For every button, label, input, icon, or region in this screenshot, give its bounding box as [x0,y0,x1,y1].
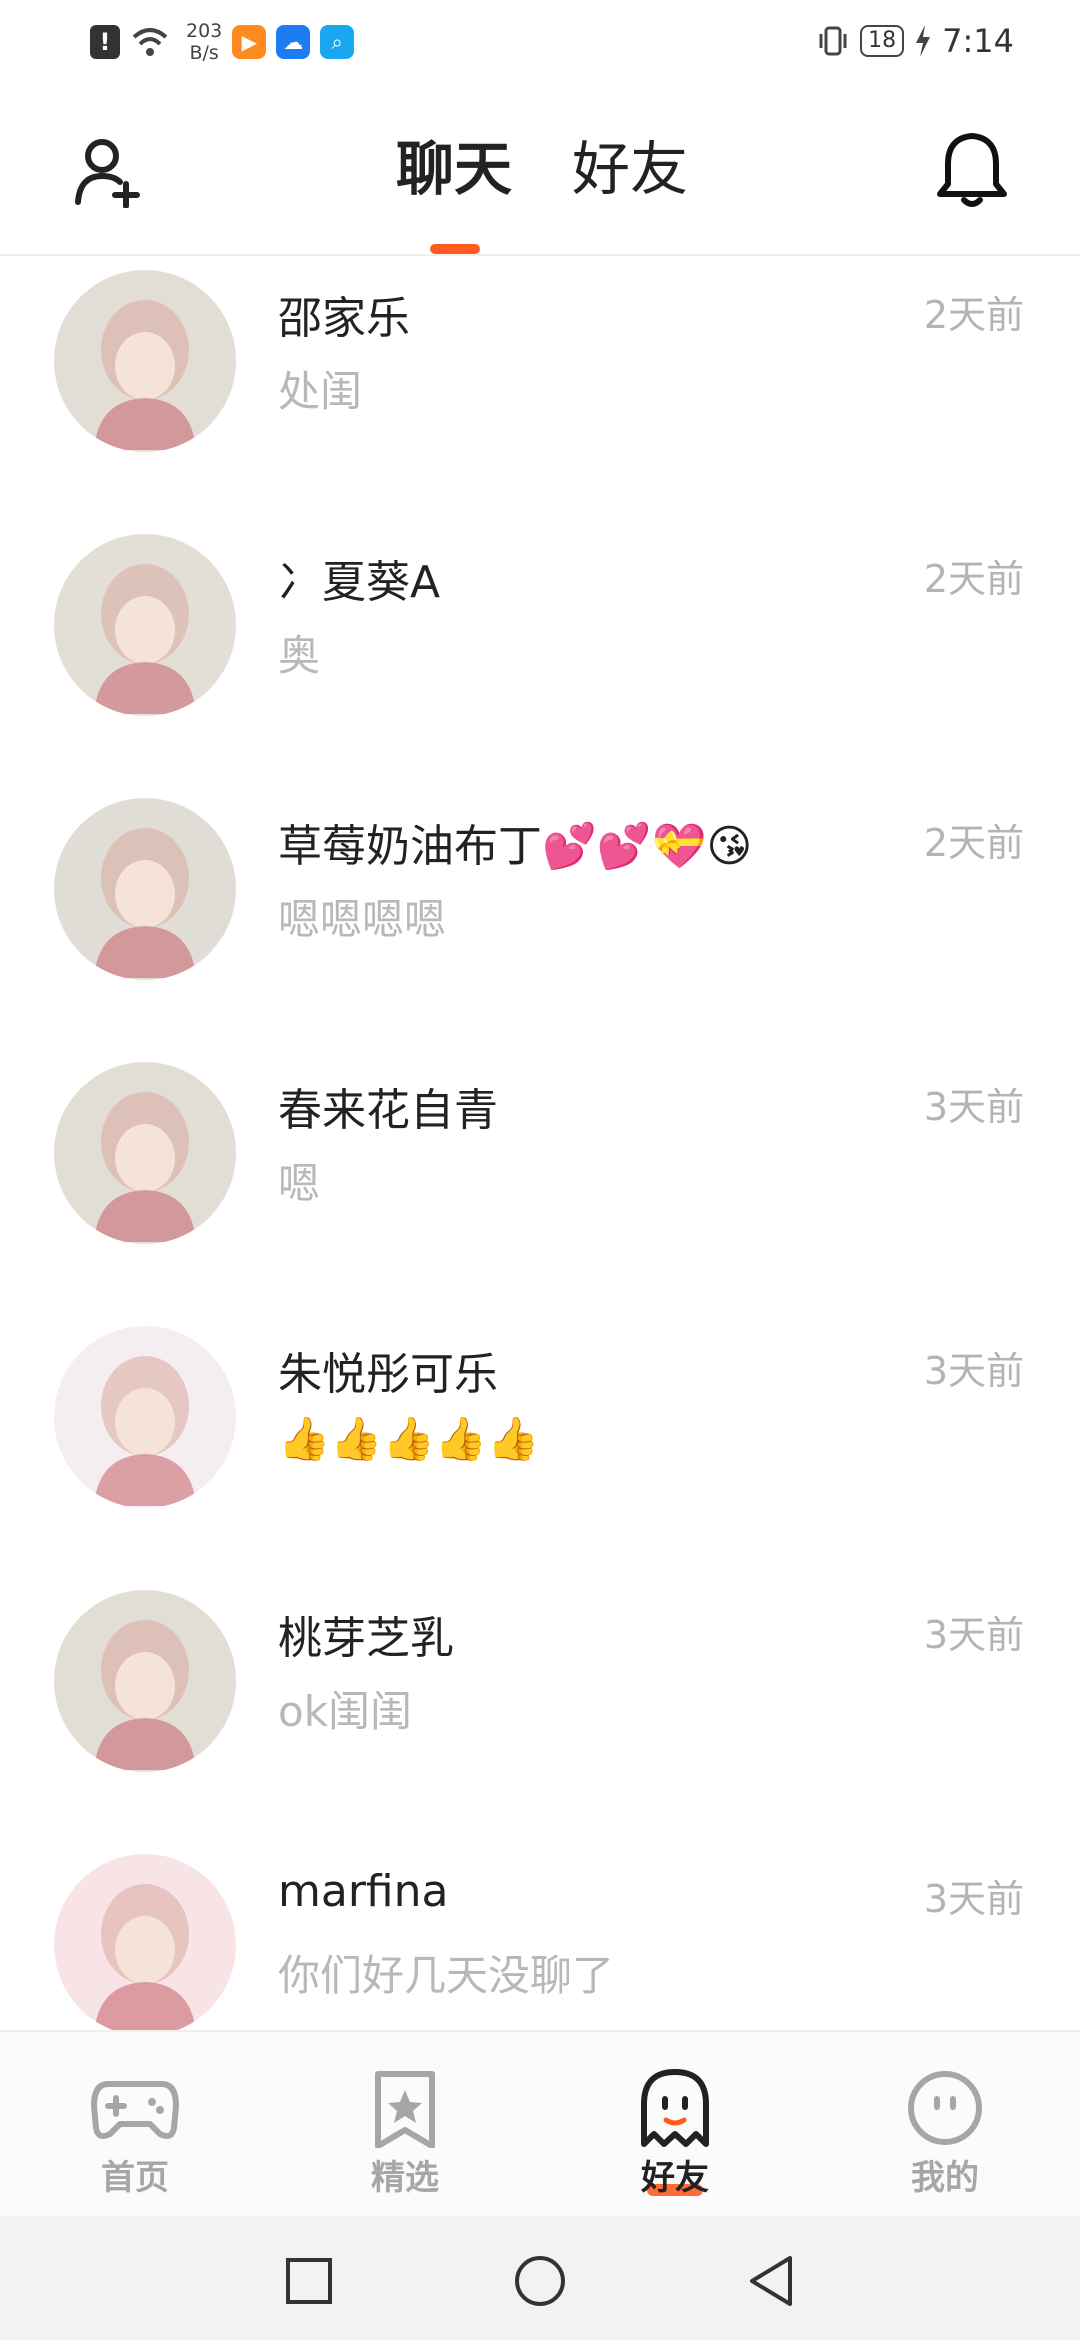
chat-last-message: 奥 [278,631,321,680]
chat-name: marfina [278,1866,449,1917]
chat-last-message: 嗯 [278,1159,321,1208]
nav-home[interactable]: 首页 [0,2032,270,2218]
notification-bell-icon[interactable] [934,130,1010,210]
avatar[interactable] [54,1326,236,1508]
chat-row[interactable]: 邵家乐处闺 2天前 [0,256,1080,508]
status-left: ! 203 B/s ▶ ☁ ⌕ [90,20,355,64]
smiley-icon [908,2071,982,2145]
net-speed-unit: B/s [189,42,219,64]
alert-icon: ! [90,25,120,59]
chat-name: 冫夏葵A [278,557,441,608]
chat-name: 邵家乐 [278,293,410,344]
nav-featured[interactable]: 精选 [270,2032,540,2218]
chat-row[interactable]: 草莓奶油布丁💕💕💝😘 嗯嗯嗯嗯 2天前 [0,772,1080,1036]
search-app-icon: ⌕ [320,25,355,59]
status-right: 18 7:14 [816,22,1014,60]
status-bar: ! 203 B/s ▶ ☁ ⌕ 18 7:14 [0,0,1080,84]
video-app-icon: ▶ [232,25,267,59]
tab-chat[interactable]: 聊天 [396,134,512,204]
nav-friends[interactable]: 好友 [540,2032,810,2218]
star-bookmark-icon [375,2071,435,2148]
nav-home-label: 首页 [101,2158,169,2198]
chat-row[interactable]: 冫夏葵A 奥 2天前 [0,508,1080,772]
nav-featured-label: 精选 [371,2158,439,2198]
chat-time: 3天前 [923,1877,1024,1921]
chat-name: 春来花自青 [278,1085,498,1136]
chat-name: 桃芽芝乳 [278,1613,454,1664]
avatar[interactable] [54,798,236,980]
net-speed-value: 203 [186,20,223,42]
nav-friends-label: 好友 [641,2158,709,2198]
chat-last-message: 👍👍👍👍👍 [278,1414,540,1463]
tab-active-indicator [430,244,480,254]
avatar[interactable] [54,1590,236,1772]
gamepad-icon [91,2081,179,2139]
tab-friends[interactable]: 好友 [572,134,688,204]
chat-time: 3天前 [923,1613,1024,1657]
back-triangle-icon[interactable] [744,2254,798,2308]
chat-time: 2天前 [923,557,1024,601]
clock: 7:14 [942,22,1014,60]
recents-square-icon[interactable] [282,2254,336,2308]
chat-name: 草莓奶油布丁💕💕💝😘 [278,821,753,872]
chat-row[interactable]: 桃芽芝乳 ok闺闺 3天前 [0,1564,1080,1828]
chat-time: 2天前 [923,293,1024,337]
avatar[interactable] [54,1062,236,1244]
nav-me-label: 我的 [911,2158,979,2198]
avatar[interactable] [54,270,236,452]
chat-time: 3天前 [923,1349,1024,1393]
home-circle-icon[interactable] [513,2254,567,2308]
charging-icon [916,25,931,57]
bottom-navigation: 首页 精选 好友 我的 [0,2030,1080,2216]
chat-last-message: 嗯嗯嗯嗯 [278,895,447,944]
nav-me[interactable]: 我的 [810,2032,1080,2218]
chat-list[interactable]: 邵家乐 处闺 2天前 冫夏葵A 奥 2天前 草莓奶油布丁💕💕💝😘 嗯嗯嗯嗯 2天前 春来花自青嗯 3… [0,256,1080,2030]
chat-last-message: ok闺闺 [278,1687,413,1736]
chat-last-message: 你们好几天没聊了 [278,1951,615,2000]
battery-indicator: 18 [860,25,905,57]
add-friend-icon[interactable] [72,136,144,208]
chat-row[interactable]: 春来花自青嗯 3天前 [0,1036,1080,1300]
chat-name: 朱悦彤可乐 [278,1349,498,1400]
avatar[interactable] [54,534,236,716]
ghost-icon [641,2069,709,2147]
chat-row[interactable]: marfina 你们好几天没聊了 3天前 [0,1828,1080,2030]
chat-row[interactable]: 朱悦彤可乐 👍👍👍👍👍 3天前 [0,1300,1080,1564]
weather-app-icon: ☁ [276,25,311,59]
header: 聊天 好友 [0,84,1080,256]
chat-time: 2天前 [923,821,1024,865]
chat-time: 3天前 [923,1085,1024,1129]
net-speed: 203 B/s [186,20,222,64]
system-navigation-bar [0,2216,1080,2340]
wifi-icon [132,28,168,56]
chat-last-message: 处闺 [278,367,363,416]
avatar[interactable] [54,1854,236,2030]
vibrate-icon [819,26,847,56]
